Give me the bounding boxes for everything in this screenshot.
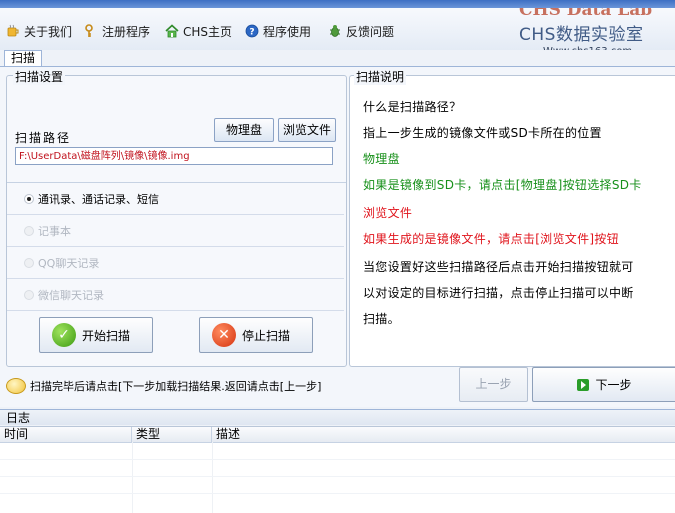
start-scan-label: 开始扫描 [82, 328, 131, 343]
hint-text: 扫描完毕后请点击[下一步加载扫描结果.返回请点击[上一步] [30, 380, 322, 393]
option-label: 微信聊天记录 [38, 288, 104, 302]
row-divider [0, 493, 675, 494]
option-notepad: 记事本 [7, 215, 344, 247]
cup-icon [6, 24, 20, 38]
radio-button [24, 225, 34, 236]
row-divider [0, 476, 675, 477]
option-label: 通讯录、通话记录、短信 [38, 192, 159, 206]
scan-help-title: 扫描说明 [354, 68, 407, 85]
option-label: 记事本 [38, 224, 71, 238]
help-tail-line-3: 扫描。 [363, 312, 400, 326]
option-contacts-calls-sms[interactable]: 通讯录、通话记录、短信 [7, 183, 344, 215]
menu-chs-home[interactable]: CHS主页 [165, 22, 232, 40]
help-browse-heading: 浏览文件 [363, 206, 413, 220]
stop-scan-label: 停止扫描 [242, 328, 291, 343]
key-icon [84, 24, 98, 38]
help-browse-text: 如果生成的是镜像文件，请点击[浏览文件]按钮 [363, 232, 619, 246]
logo-line-2: CHS数据实验室 [519, 25, 644, 45]
browse-file-button[interactable]: 浏览文件 [278, 118, 336, 142]
radio-button [24, 193, 34, 204]
radio-button [24, 257, 34, 268]
menu-feedback[interactable]: 反馈问题 [328, 22, 394, 40]
help-icon: ? [245, 24, 259, 38]
column-header-type[interactable]: 类型 [132, 427, 212, 442]
logo-line-1: CHS Data Lab [519, 8, 653, 20]
close-icon: ✕ [212, 323, 236, 347]
prev-step-button[interactable]: 上一步 [459, 367, 528, 402]
menu-bar: 关于我们 注册程序 CHS主页 ? 程序使用 反馈问题 CHS Data Lab… [0, 8, 675, 57]
scan-options: 通讯录、通话记录、短信 记事本 QQ聊天记录 微信聊天记录 [7, 182, 346, 313]
app-window: 关于我们 注册程序 CHS主页 ? 程序使用 反馈问题 CHS Data Lab… [0, 0, 675, 513]
log-title-bar: 日志 [0, 409, 675, 425]
scan-help-group: 扫描说明 什么是扫描路径？ 指上一步生成的镜像文件或SD卡所在的位置 物理盘 如… [349, 68, 675, 367]
help-physical-disk-heading: 物理盘 [363, 152, 400, 166]
menu-chs-home-label: CHS主页 [183, 24, 233, 39]
scan-settings-title: 扫描设置 [13, 68, 66, 85]
log-table-header: 时间 类型 描述 [0, 427, 675, 443]
option-label: QQ聊天记录 [38, 256, 100, 270]
help-physical-disk-text: 如果是镜像到SD卡，请点击[物理盘]按钮选择SD卡 [363, 178, 642, 192]
scan-path-input[interactable]: F:\UserData\磁盘阵列\镜像\镜像.img [15, 147, 333, 165]
row-divider [0, 459, 675, 460]
tab-scan[interactable]: 扫描 [4, 50, 43, 66]
column-header-time[interactable]: 时间 [0, 427, 132, 442]
menu-register[interactable]: 注册程序 [84, 22, 150, 40]
physical-disk-button[interactable]: 物理盘 [214, 118, 274, 142]
check-icon: ✓ [52, 323, 76, 347]
main-panel: 扫描设置 扫描路径 物理盘 浏览文件 F:\UserData\磁盘阵列\镜像\镜… [0, 67, 675, 407]
menu-about-us-label: 关于我们 [24, 24, 73, 39]
log-table: 时间 类型 描述 [0, 426, 675, 513]
help-tail-line-2: 以对设定的目标进行扫描，点击停止扫描可以中断 [363, 286, 634, 300]
tab-strip: 扫描 [0, 50, 675, 67]
hint-message: 扫描完毕后请点击[下一步加载扫描结果.返回请点击[上一步] [6, 378, 321, 394]
option-qq-chat: QQ聊天记录 [7, 247, 344, 279]
help-tail-line-1: 当您设置好这些扫描路径后点击开始扫描按钮就可 [363, 260, 634, 274]
scan-settings-group: 扫描设置 扫描路径 物理盘 浏览文件 F:\UserData\磁盘阵列\镜像\镜… [6, 68, 347, 367]
column-header-description[interactable]: 描述 [212, 427, 675, 442]
start-scan-button[interactable]: ✓ 开始扫描 [39, 317, 153, 353]
next-step-button[interactable]: 下一步 [532, 367, 675, 402]
help-answer: 指上一步生成的镜像文件或SD卡所在的位置 [363, 126, 602, 140]
column-divider [132, 442, 133, 513]
menu-about-us[interactable]: 关于我们 [6, 22, 72, 40]
scan-path-label: 扫描路径 [15, 131, 72, 145]
title-strip [0, 0, 675, 8]
menu-usage[interactable]: ? 程序使用 [245, 22, 311, 40]
bug-icon [328, 24, 342, 38]
stop-scan-button[interactable]: ✕ 停止扫描 [199, 317, 313, 353]
column-divider [212, 442, 213, 513]
menu-usage-label: 程序使用 [263, 24, 312, 39]
next-step-label: 下一步 [595, 378, 632, 392]
play-icon [577, 378, 590, 391]
svg-text:?: ? [249, 28, 254, 38]
log-title: 日志 [6, 411, 31, 425]
home-icon [165, 24, 179, 38]
menu-register-label: 注册程序 [102, 24, 151, 39]
menu-feedback-label: 反馈问题 [346, 24, 395, 39]
radio-button [24, 289, 34, 300]
help-question: 什么是扫描路径？ [363, 100, 462, 114]
speech-bubble-icon [6, 378, 26, 394]
option-wechat-chat: 微信聊天记录 [7, 279, 344, 311]
